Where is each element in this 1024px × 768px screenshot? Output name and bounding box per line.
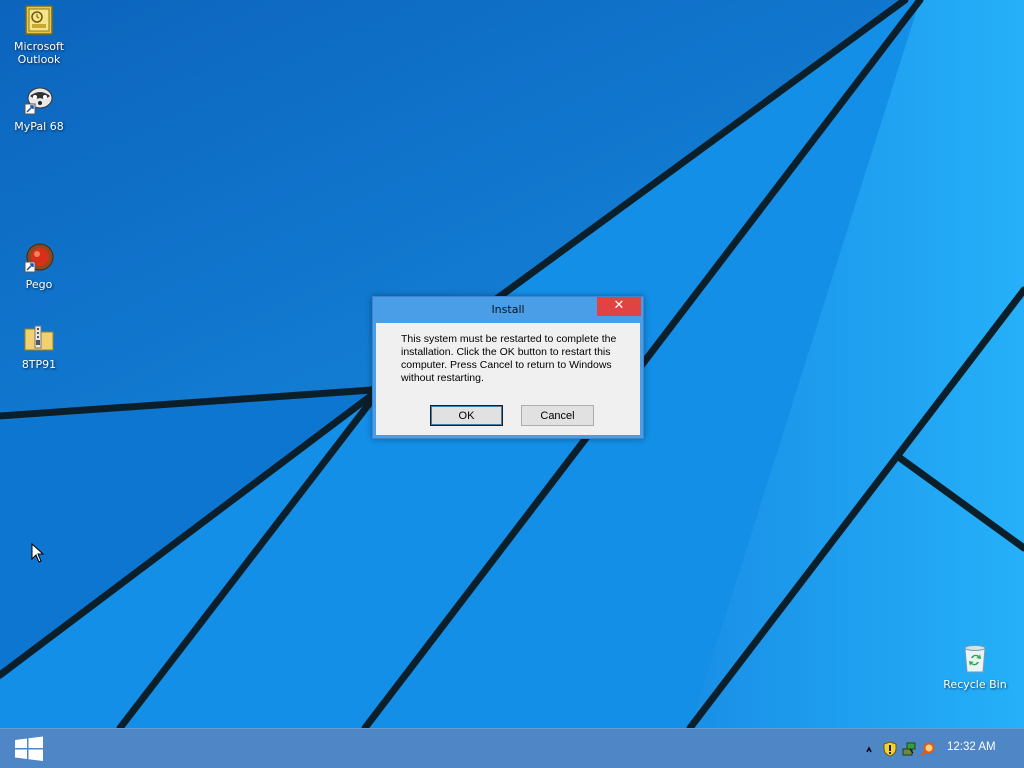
pego-icon	[23, 242, 55, 274]
dialog-body: This system must be restarted to complet…	[376, 323, 640, 435]
desktop-icon-pego[interactable]: Pego	[3, 242, 75, 291]
desktop-icon-mypal[interactable]: MyPal 68	[3, 84, 75, 133]
desktop-icon-label: Pego	[25, 278, 53, 291]
taskbar-clock[interactable]: 12:32 AM	[947, 741, 996, 753]
ok-button[interactable]: OK	[430, 405, 503, 426]
desktop: Microsoft Outlook MyPal 68 Pego 8TP91 Re…	[0, 0, 1024, 728]
mouse-cursor-icon	[31, 543, 45, 563]
dialog-titlebar[interactable]: Install ✕	[373, 297, 643, 322]
desktop-icon-outlook[interactable]: Microsoft Outlook	[3, 4, 75, 66]
taskbar: 12:32 AM	[0, 728, 1024, 768]
network-icon[interactable]	[901, 741, 917, 757]
notification-chevron-icon[interactable]	[861, 741, 877, 757]
mypal-icon	[23, 84, 55, 116]
search-icon[interactable]	[920, 741, 936, 757]
dialog-close-button[interactable]: ✕	[597, 297, 641, 316]
close-icon: ✕	[613, 298, 625, 313]
windows-logo-icon	[15, 736, 43, 761]
start-button[interactable]	[12, 735, 46, 763]
desktop-icon-label: 8TP91	[21, 358, 57, 371]
install-dialog: Install ✕ This system must be restarted …	[372, 296, 644, 439]
desktop-icon-recycle-bin[interactable]: Recycle Bin	[939, 642, 1011, 691]
desktop-icon-label: MyPal 68	[14, 120, 64, 133]
outlook-icon	[23, 4, 55, 36]
security-shield-icon[interactable]	[882, 741, 898, 757]
cancel-button[interactable]: Cancel	[521, 405, 594, 426]
dialog-message: This system must be restarted to complet…	[401, 333, 617, 384]
zip-folder-icon	[23, 322, 55, 354]
recycle-bin-icon	[959, 642, 991, 674]
desktop-icon-8tp91[interactable]: 8TP91	[3, 322, 75, 371]
desktop-icon-label: Microsoft Outlook	[13, 40, 65, 66]
desktop-icon-label: Recycle Bin	[943, 678, 1007, 691]
